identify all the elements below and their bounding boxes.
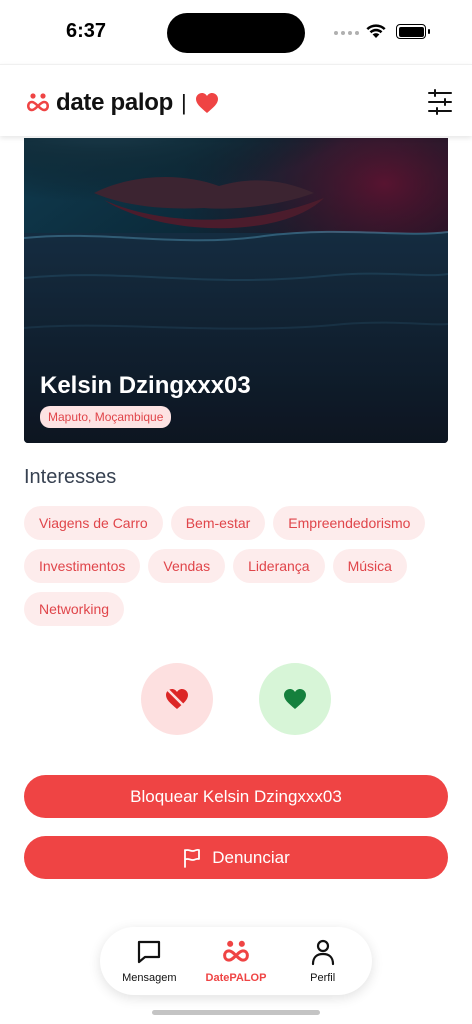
report-button[interactable]: Denunciar: [24, 836, 448, 879]
status-time: 6:37: [66, 20, 107, 42]
datepalop-logo-icon: [223, 940, 249, 962]
interest-tag: Viagens de Carro: [24, 506, 163, 540]
interest-tag: Música: [332, 549, 407, 583]
nav-label-datepalop: DatePALOP: [205, 972, 267, 984]
nav-label-profile: Perfil: [310, 972, 336, 984]
heart-icon: [284, 689, 306, 709]
home-indicator: [152, 1010, 320, 1015]
interest-tag: Vendas: [148, 549, 226, 583]
nav-item-messages[interactable]: Mensagem: [109, 938, 189, 984]
battery-icon: [396, 24, 430, 39]
location-badge: Maputo, Moçambique: [40, 406, 172, 428]
block-user-label: Bloquear Kelsin Dzingxxx03: [130, 786, 342, 806]
wifi-icon: [366, 24, 386, 38]
status-bar: 6:37: [0, 0, 472, 64]
interest-tag: Investimentos: [24, 549, 141, 583]
nav-item-profile[interactable]: Perfil: [283, 938, 363, 984]
flag-icon: [184, 848, 201, 868]
profile-icon: [311, 939, 334, 966]
interest-tag: Liderança: [233, 549, 325, 583]
broken-heart-icon: [166, 688, 188, 710]
app-header: date palop |: [0, 64, 472, 136]
brand-logo[interactable]: date palop |: [26, 89, 219, 117]
profile-card[interactable]: Kelsin Dzingxxx03 Maputo, Moçambique: [24, 138, 448, 443]
profile-name: Kelsin Dzingxxx03: [40, 372, 251, 399]
nav-label-messages: Mensagem: [122, 972, 177, 984]
bottom-nav: Mensagem DatePALOP Perfil: [100, 927, 372, 995]
like-button[interactable]: [259, 663, 331, 735]
nav-item-datepalop[interactable]: DatePALOP: [196, 938, 276, 984]
heart-icon: [195, 93, 218, 113]
block-user-button[interactable]: Bloquear Kelsin Dzingxxx03: [24, 775, 448, 818]
brand-separator: |: [181, 90, 187, 115]
interests-title: Interesses: [24, 466, 117, 488]
interest-tag: Empreendedorismo: [273, 506, 426, 540]
dislike-button[interactable]: [141, 663, 213, 735]
datepalop-logo-icon: [26, 93, 50, 112]
message-icon: [138, 940, 161, 964]
cellular-signal-icon: [334, 31, 359, 35]
dynamic-island: [167, 13, 305, 53]
filter-settings-icon[interactable]: [426, 89, 454, 115]
interest-tags: Viagens de Carro Bem-estar Empreendedori…: [24, 506, 448, 626]
report-label: Denunciar: [212, 847, 290, 867]
interest-tag: Bem-estar: [170, 506, 266, 540]
interest-tag: Networking: [24, 592, 125, 626]
brand-name: date palop: [56, 89, 174, 116]
